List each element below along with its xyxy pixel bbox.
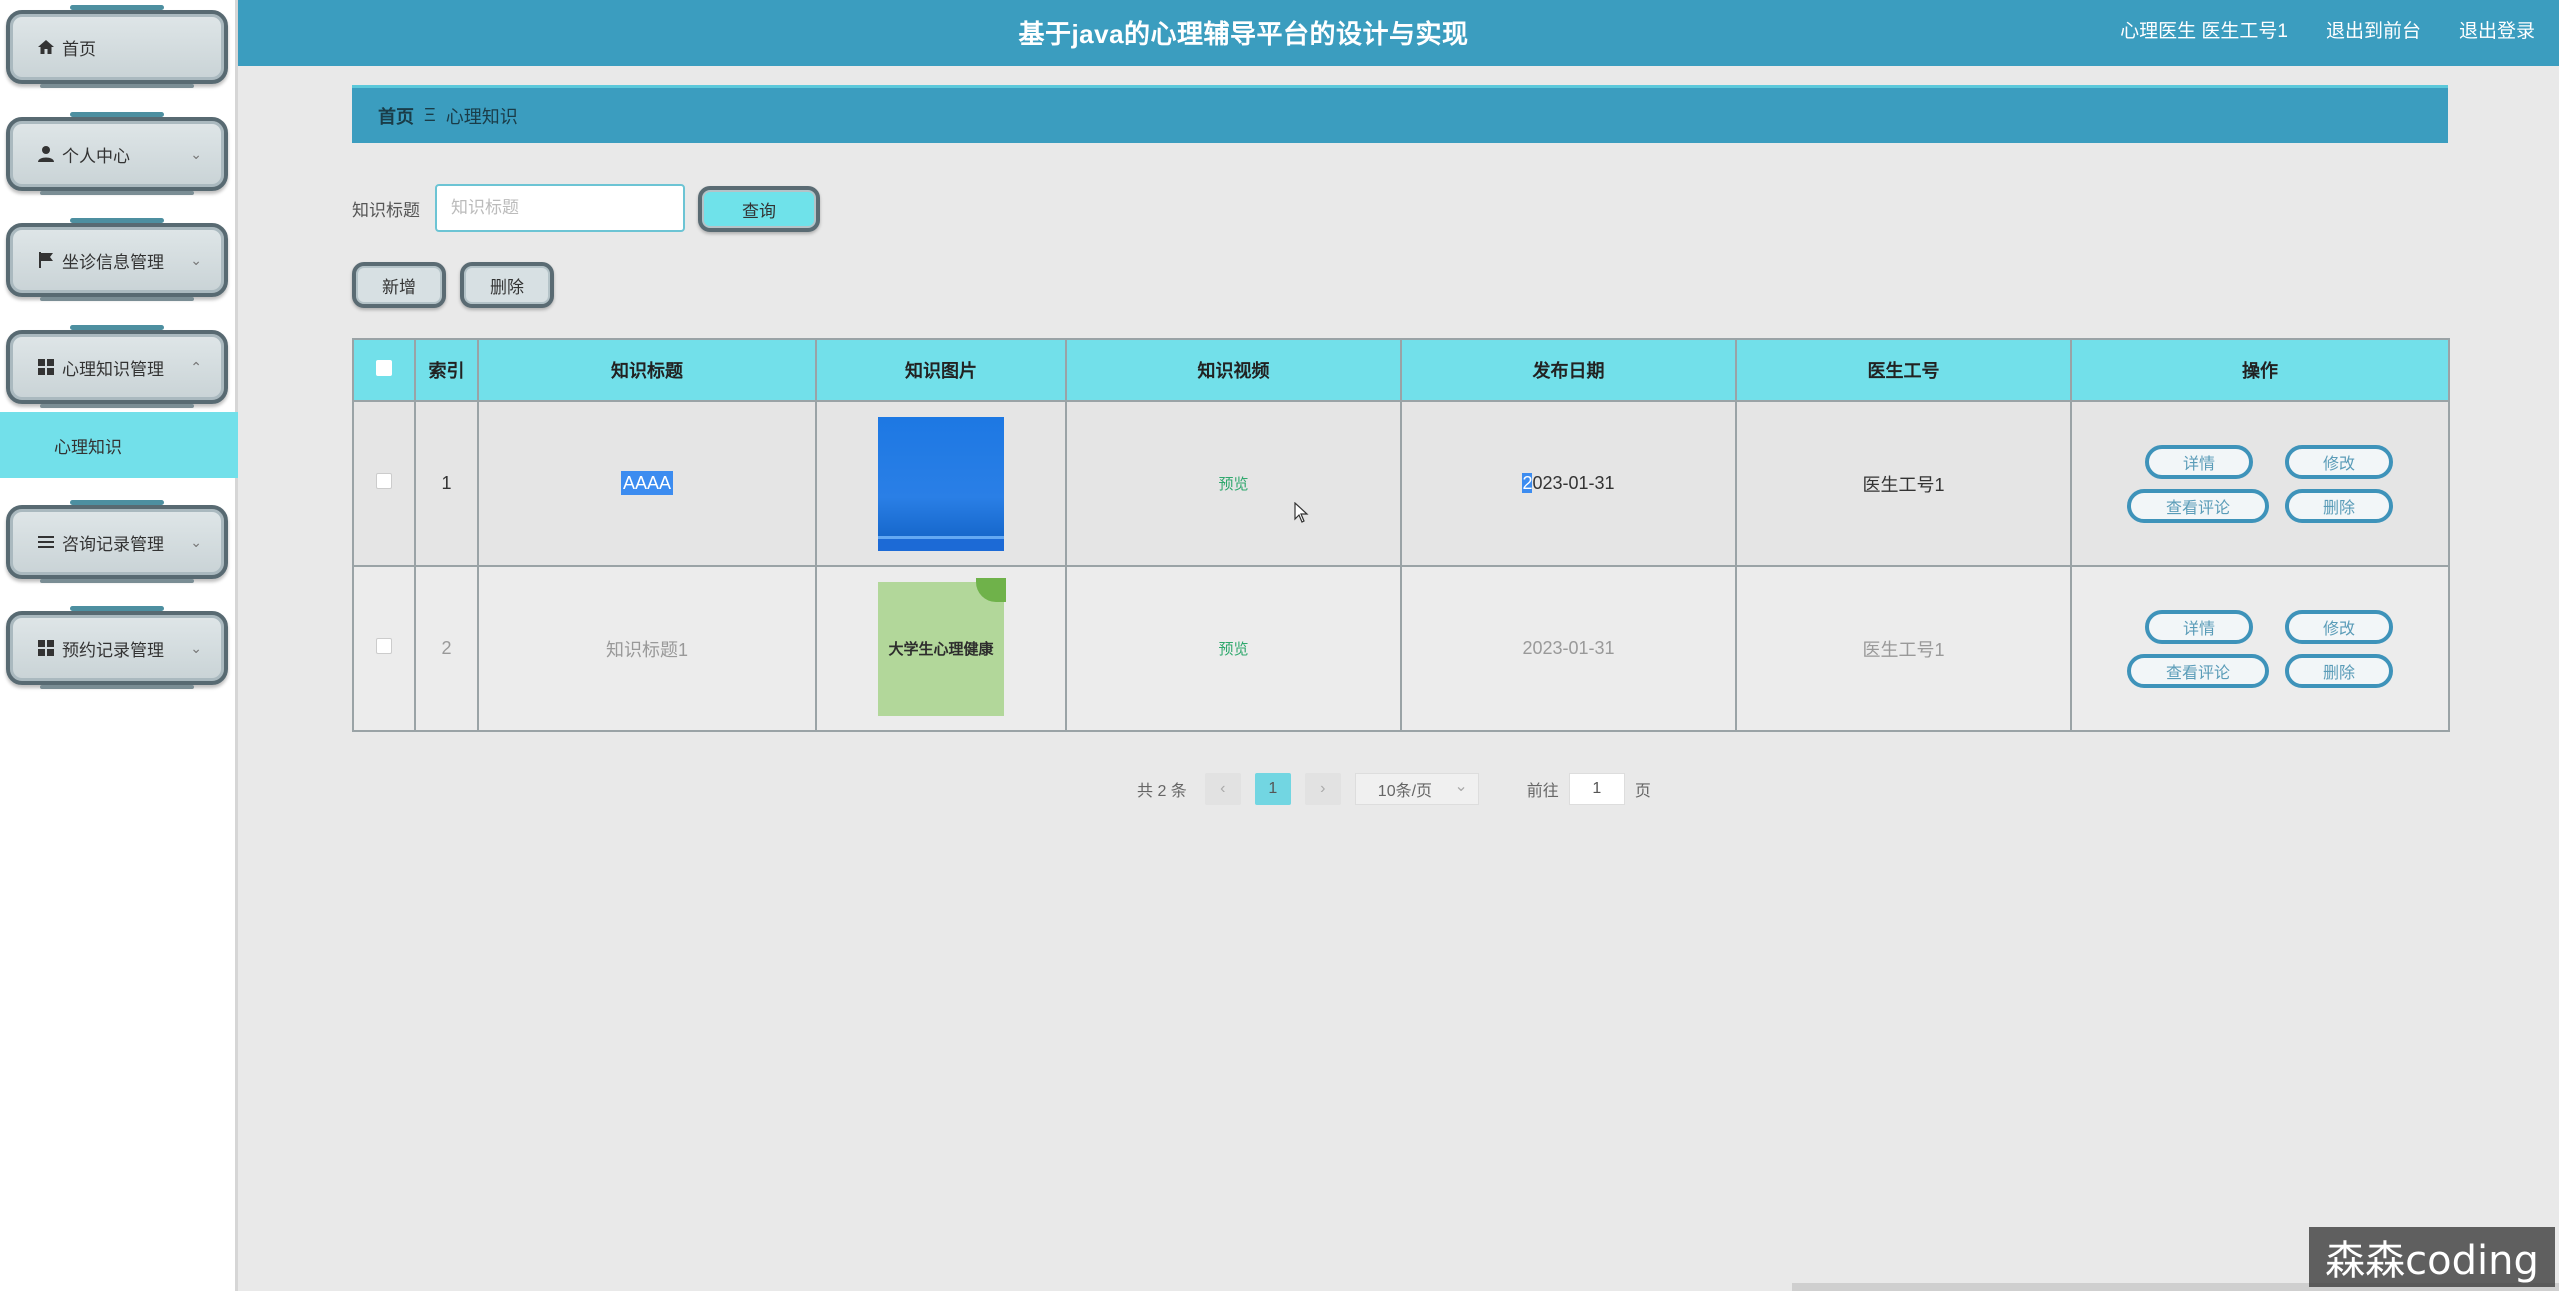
row-delete-button[interactable]: 删除 — [2285, 488, 2393, 523]
next-page-button[interactable]: › — [1304, 773, 1341, 805]
menu-consult-records-label: 咨询记录管理 — [62, 534, 164, 554]
knowledge-title: 知识标题1 — [477, 565, 817, 732]
goto-suffix: 页 — [1634, 783, 1651, 800]
row-delete-button[interactable]: 删除 — [2285, 653, 2393, 688]
grid-icon — [36, 357, 56, 377]
knowledge-image — [878, 416, 1004, 551]
chevron-down-icon: ⌄ — [190, 639, 202, 656]
home-icon — [36, 37, 56, 57]
grid-icon — [36, 638, 56, 658]
column-header: 操作 — [2070, 338, 2450, 402]
goto-label: 前往 — [1526, 783, 1559, 800]
select-all-checkbox[interactable] — [376, 359, 392, 376]
chevron-down-icon: ⌄ — [190, 145, 202, 162]
doctor-id: 医生工号1 — [1735, 565, 2072, 732]
breadcrumb: 首页 Ξ 心理知识 — [352, 85, 2448, 143]
column-header: 知识视频 — [1065, 338, 1402, 402]
menu-personal-center-label: 个人中心 — [62, 146, 130, 166]
goto-page-input[interactable] — [1568, 773, 1625, 805]
row-checkbox[interactable] — [376, 638, 392, 654]
menu-appointment-records-label: 预约记录管理 — [62, 640, 164, 660]
knowledge-image: 大学生心理健康 — [878, 577, 1006, 716]
column-header: 医生工号 — [1735, 338, 2072, 402]
menu-home-label: 首页 — [62, 39, 96, 59]
menu-consult-records[interactable]: 咨询记录管理 ⌄ — [6, 500, 228, 583]
page-size-select[interactable]: 10条/页 — [1354, 773, 1479, 805]
menu-appointment-records[interactable]: 预约记录管理 ⌄ — [6, 606, 228, 689]
search-label: 知识标题 — [352, 201, 420, 220]
publish-date: 2023-01-31 — [1400, 565, 1737, 732]
sidebar-item-knowledge[interactable]: 心理知识 — [0, 412, 238, 478]
menu-personal-center[interactable]: 个人中心 ⌄ — [6, 112, 228, 195]
knowledge-table: 索引 知识标题 知识图片 知识视频 发布日期 医生工号 操作 1 AAAA 预览… — [352, 338, 2450, 732]
row-index: 1 — [414, 400, 479, 567]
chevron-down-icon: ⌄ — [190, 251, 202, 268]
query-button[interactable]: 查询 — [698, 186, 820, 232]
video-preview-link[interactable]: 预览 — [1218, 641, 1248, 658]
row-actions: 详情 修改 查看评论 删除 — [2072, 444, 2448, 523]
mouse-cursor-icon — [1294, 502, 1309, 523]
sidebar-item-knowledge-label: 心理知识 — [54, 437, 122, 457]
watermark: 森森coding — [2309, 1227, 2555, 1287]
publish-date-rest: 023-01-31 — [1532, 473, 1615, 493]
detail-button[interactable]: 详情 — [2145, 444, 2253, 479]
menu-knowledge-management-label: 心理知识管理 — [62, 359, 164, 379]
doctor-id: 医生工号1 — [1735, 400, 2072, 567]
prev-page-button[interactable]: ‹ — [1204, 773, 1241, 805]
table-row: 1 AAAA 预览 2023-01-31 医生工号1 详情 修改 查看评论 删除 — [352, 400, 2450, 567]
leaf-decoration — [976, 577, 1006, 602]
table-header-row: 索引 知识标题 知识图片 知识视频 发布日期 医生工号 操作 — [352, 338, 2450, 402]
column-header: 索引 — [414, 338, 479, 402]
user-icon — [36, 144, 56, 164]
chevron-down-icon: ⌄ — [190, 533, 202, 550]
menu-home[interactable]: 首页 — [6, 5, 228, 88]
column-header: 发布日期 — [1400, 338, 1737, 402]
row-actions: 详情 修改 查看评论 删除 — [2072, 609, 2448, 688]
total-count: 共 2 条 — [1137, 783, 1187, 800]
delete-button[interactable]: 删除 — [460, 262, 554, 308]
logout-link[interactable]: 退出登录 — [2459, 16, 2535, 43]
breadcrumb-separator-icon: Ξ — [424, 105, 436, 125]
search-input[interactable] — [435, 184, 685, 232]
breadcrumb-home[interactable]: 首页 — [378, 103, 414, 129]
view-comments-button[interactable]: 查看评论 — [2127, 653, 2269, 688]
publish-date-selected: 2 — [1522, 473, 1533, 493]
pagination: 共 2 条 ‹ 1 › 10条/页 前往 页 — [1137, 772, 1651, 806]
knowledge-image-text: 大学生心理健康 — [888, 640, 994, 658]
edit-button[interactable]: 修改 — [2285, 444, 2393, 479]
row-index: 2 — [414, 565, 479, 732]
breadcrumb-current: 心理知识 — [445, 106, 518, 127]
add-button[interactable]: 新增 — [352, 262, 446, 308]
flag-icon — [36, 250, 56, 270]
select-all-cell[interactable] — [352, 338, 416, 402]
top-bar: 基于java的心理辅导平台的设计与实现 心理医生 医生工号1 退出到前台 退出登… — [238, 0, 2559, 66]
list-icon — [36, 532, 56, 552]
page-number[interactable]: 1 — [1254, 773, 1291, 805]
edit-button[interactable]: 修改 — [2285, 609, 2393, 644]
view-comments-button[interactable]: 查看评论 — [2127, 488, 2269, 523]
menu-clinic-info[interactable]: 坐诊信息管理 ⌄ — [6, 218, 228, 301]
knowledge-title: AAAA — [620, 471, 674, 495]
row-checkbox[interactable] — [376, 473, 392, 489]
detail-button[interactable]: 详情 — [2145, 609, 2253, 644]
table-row: 2 知识标题1 大学生心理健康 预览 2023-01-31 医生工号1 详情 修… — [352, 565, 2450, 732]
header-actions: 心理医生 医生工号1 退出到前台 退出登录 — [2120, 16, 2535, 43]
exit-to-front-link[interactable]: 退出到前台 — [2326, 16, 2421, 43]
column-header: 知识图片 — [815, 338, 1067, 402]
menu-clinic-info-label: 坐诊信息管理 — [62, 252, 164, 272]
sidebar: 首页 个人中心 ⌄ 坐诊信息管理 ⌄ 心理知识管理 ⌃ 心理知识 咨询记录管理 … — [0, 0, 238, 1291]
chevron-up-icon: ⌃ — [190, 358, 202, 375]
column-header: 知识标题 — [477, 338, 817, 402]
publish-date: 2023-01-31 — [1400, 400, 1737, 567]
video-preview-link[interactable]: 预览 — [1218, 476, 1248, 493]
current-user[interactable]: 心理医生 医生工号1 — [2120, 16, 2288, 43]
menu-knowledge-management[interactable]: 心理知识管理 ⌃ — [6, 325, 228, 408]
